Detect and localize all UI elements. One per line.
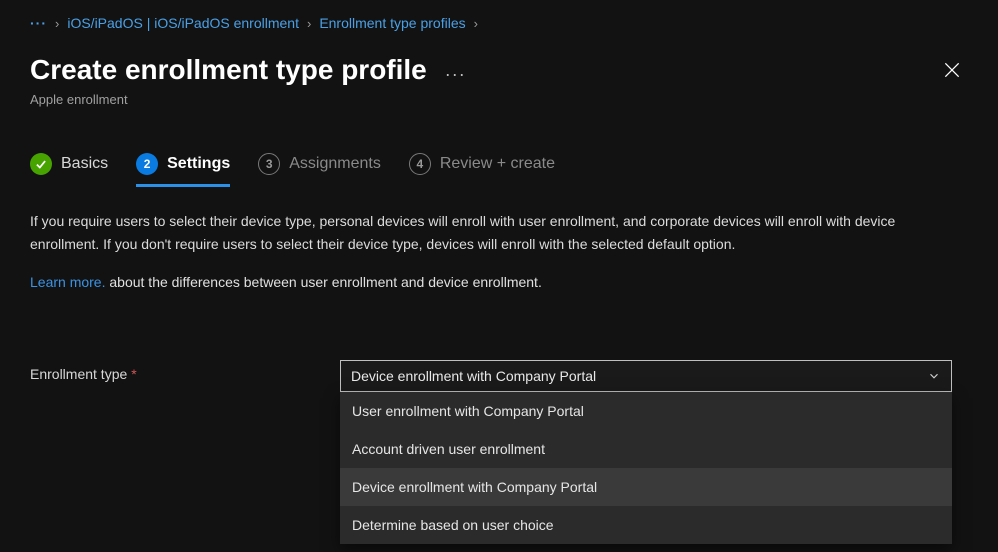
step-assignments[interactable]: 3 Assignments [258,153,381,187]
step-label: Assignments [289,155,381,173]
step-number-icon: 2 [136,153,158,175]
dropdown-option[interactable]: Determine based on user choice [340,506,952,544]
learn-more-link[interactable]: Learn more. [30,274,105,290]
enrollment-type-dropdown: User enrollment with Company Portal Acco… [340,392,952,544]
breadcrumb-link-enrollment[interactable]: iOS/iPadOS | iOS/iPadOS enrollment [67,15,299,31]
breadcrumb: ··· › iOS/iPadOS | iOS/iPadOS enrollment… [30,10,968,36]
dropdown-option[interactable]: Account driven user enrollment [340,430,952,468]
chevron-right-icon: › [307,16,311,31]
page-title: Create enrollment type profile [30,54,427,86]
step-basics[interactable]: Basics [30,153,108,187]
settings-description: If you require users to select their dev… [30,210,968,256]
learn-more-row: Learn more. about the differences betwee… [30,274,968,290]
step-review[interactable]: 4 Review + create [409,153,555,187]
chevron-right-icon: › [474,16,478,31]
step-label: Review + create [440,155,555,173]
step-number-icon: 3 [258,153,280,175]
breadcrumb-overflow[interactable]: ··· [30,15,47,31]
chevron-right-icon: › [55,16,59,31]
page-subtitle: Apple enrollment [30,92,968,107]
dropdown-option[interactable]: Device enrollment with Company Portal [340,468,952,506]
check-icon [30,153,52,175]
close-icon[interactable] [942,60,962,80]
step-label: Basics [61,155,108,173]
step-number-icon: 4 [409,153,431,175]
breadcrumb-link-profiles[interactable]: Enrollment type profiles [319,15,465,31]
step-settings[interactable]: 2 Settings [136,153,230,187]
step-label: Settings [167,155,230,173]
learn-more-text: about the differences between user enrol… [105,274,541,290]
select-value: Device enrollment with Company Portal [351,368,596,384]
chevron-down-icon [927,369,941,383]
enrollment-type-label: Enrollment type* [30,360,340,382]
enrollment-type-select[interactable]: Device enrollment with Company Portal [340,360,952,392]
more-actions-icon[interactable]: ··· [445,65,466,83]
wizard-steps: Basics 2 Settings 3 Assignments 4 Review… [30,153,968,188]
required-marker: * [131,366,136,382]
dropdown-option[interactable]: User enrollment with Company Portal [340,392,952,430]
